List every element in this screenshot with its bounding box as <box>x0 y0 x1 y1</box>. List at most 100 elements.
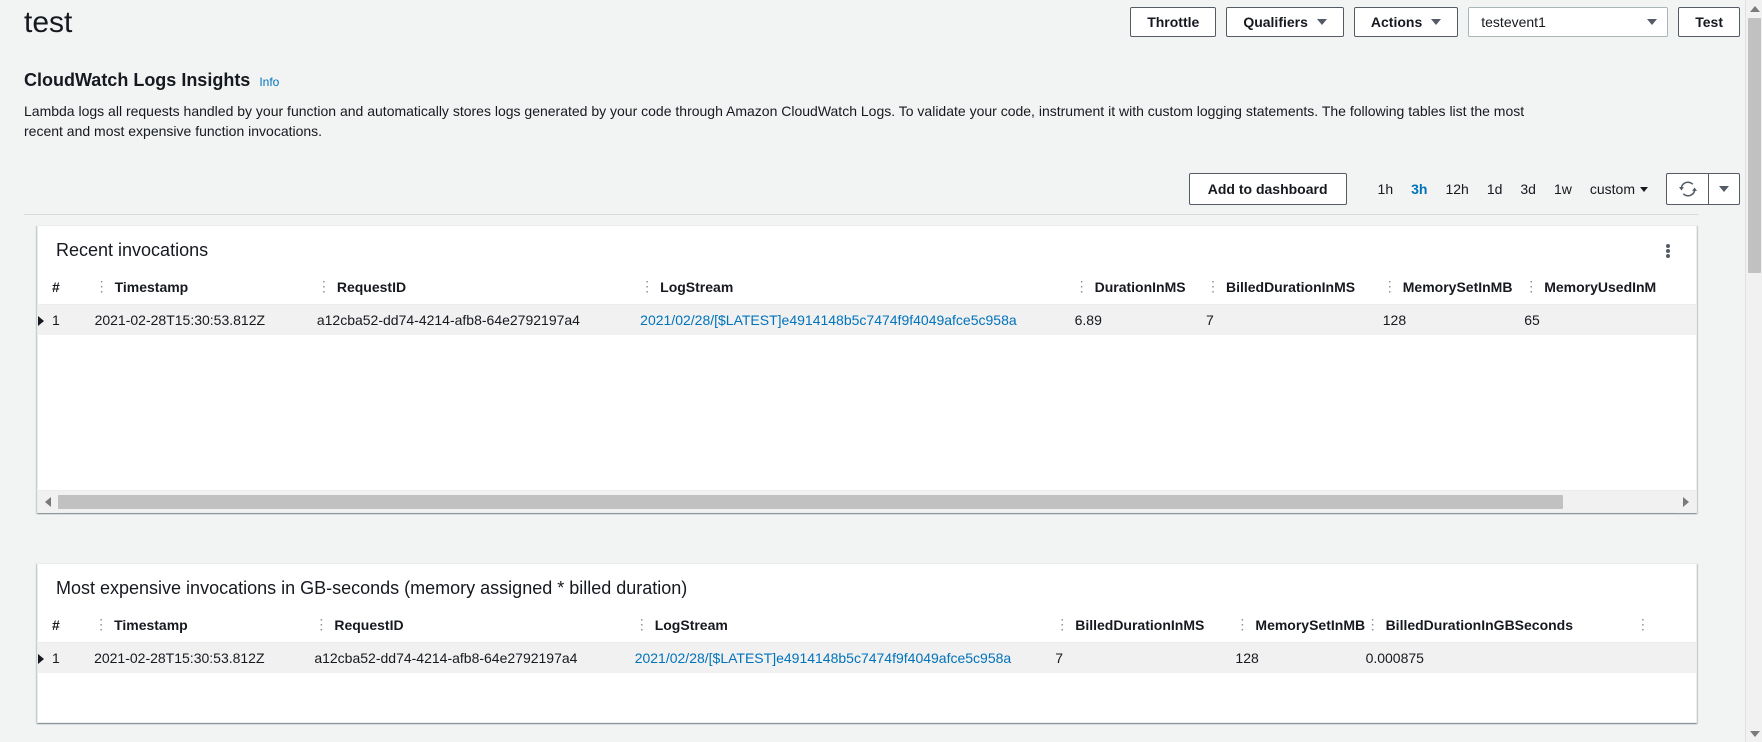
column-header-trailing[interactable]: ⋮ <box>1635 611 1696 643</box>
kebab-menu-icon[interactable] <box>1660 242 1676 260</box>
column-header-billeddurationingbseconds[interactable]: ⋮ BilledDurationInGBSeconds <box>1365 611 1636 643</box>
qualifiers-button[interactable]: Qualifiers <box>1226 7 1344 37</box>
column-header-memoryusedinmb[interactable]: ⋮ MemoryUsedInM <box>1524 273 1696 305</box>
refresh-options-button[interactable] <box>1708 173 1740 205</box>
scroll-left-arrow-icon[interactable] <box>38 490 58 513</box>
column-header-logstream[interactable]: ⋮ LogStream <box>640 273 1075 305</box>
column-header-memorysetinmb[interactable]: ⋮ MemorySetInMB <box>1382 273 1525 305</box>
cell-durationinms: 6.89 <box>1074 304 1206 335</box>
column-header-billeddurationinms[interactable]: ⋮ BilledDurationInMS <box>1205 273 1383 305</box>
column-header-timestamp-label: Timestamp <box>114 278 189 295</box>
column-header-durationinms[interactable]: ⋮ DurationInMS <box>1074 273 1206 305</box>
scroll-down-arrow-icon[interactable] <box>1746 725 1762 742</box>
column-grip-icon: ⋮ <box>1365 616 1380 632</box>
time-range-selector: 1h 3h 12h 1d 3d 1w custom <box>1369 173 1652 205</box>
recent-invocations-table: # ⋮ Timestamp ⋮ RequestID ⋮ LogStream ⋮ … <box>38 273 1696 335</box>
chevron-down-icon <box>1719 186 1729 192</box>
table-body: 1 2021-02-28T15:30:53.812Z a12cba52-dd74… <box>38 304 1696 335</box>
column-header-billeddurationinms[interactable]: ⋮ BilledDurationInMS <box>1055 611 1236 643</box>
cell-timestamp: 2021-02-28T15:30:53.812Z <box>94 304 317 335</box>
column-header-index-label: # <box>52 617 60 633</box>
column-header-durationinms-label: DurationInMS <box>1094 278 1186 295</box>
add-to-dashboard-button[interactable]: Add to dashboard <box>1188 173 1347 205</box>
column-header-logstream[interactable]: ⋮ LogStream <box>634 611 1056 643</box>
time-range-custom[interactable]: custom <box>1581 173 1652 205</box>
column-grip-icon: ⋮ <box>634 616 649 632</box>
cell-billeddurationinms: 7 <box>1205 304 1383 335</box>
column-header-memorysetinmb[interactable]: ⋮ MemorySetInMB <box>1235 611 1366 643</box>
cell-billeddurationingbseconds: 0.000875 <box>1365 642 1636 673</box>
qualifiers-button-label: Qualifiers <box>1243 14 1308 30</box>
column-header-billeddurationinms-label: BilledDurationInMS <box>1225 278 1356 295</box>
throttle-button[interactable]: Throttle <box>1130 7 1217 37</box>
time-range-1w[interactable]: 1w <box>1545 173 1581 205</box>
add-to-dashboard-label: Add to dashboard <box>1207 181 1328 197</box>
lambda-function-page: test Throttle Qualifiers Actions testeve… <box>0 0 1762 742</box>
actions-button-label: Actions <box>1370 14 1423 30</box>
column-header-timestamp[interactable]: ⋮ Timestamp <box>94 273 317 305</box>
column-header-billeddurationinms-label: BilledDurationInMS <box>1075 616 1205 633</box>
cell-index: 1 <box>38 304 95 335</box>
scroll-right-arrow-icon[interactable] <box>1676 490 1696 513</box>
column-grip-icon: ⋮ <box>94 278 109 294</box>
chevron-down-icon <box>1431 19 1442 25</box>
column-header-timestamp-label: Timestamp <box>114 616 188 633</box>
insights-toolbar: Add to dashboard 1h 3h 12h 1d 3d 1w cust… <box>1188 173 1740 205</box>
table-row[interactable]: 1 2021-02-28T15:30:53.812Z a12cba52-dd74… <box>38 642 1696 673</box>
cell-trailing <box>1635 642 1696 673</box>
expand-row-icon[interactable] <box>38 316 44 327</box>
cell-memoryusedinmb: 65 <box>1524 304 1696 335</box>
recent-invocations-panel: Recent invocations # ⋮ Timestamp ⋮ Reque… <box>37 225 1697 513</box>
cell-requestid: a12cba52-dd74-4214-afb8-64e2792197a4 <box>316 304 641 335</box>
test-event-select-value: testevent1 <box>1481 14 1546 30</box>
column-header-memoryusedinmb-label: MemoryUsedInM <box>1544 278 1657 295</box>
cell-index-value: 1 <box>52 650 60 666</box>
table-row[interactable]: 1 2021-02-28T15:30:53.812Z a12cba52-dd74… <box>38 304 1696 335</box>
scrollbar-thumb[interactable] <box>58 494 1563 509</box>
column-header-timestamp[interactable]: ⋮ Timestamp <box>94 611 315 643</box>
table-header-row: # ⋮ Timestamp ⋮ RequestID ⋮ LogStream ⋮ … <box>38 611 1696 643</box>
column-header-index[interactable]: # <box>38 611 95 643</box>
expand-row-icon[interactable] <box>38 654 44 665</box>
page-vertical-scrollbar[interactable] <box>1745 0 1762 742</box>
expensive-invocations-title: Most expensive invocations in GB-seconds… <box>56 578 688 598</box>
column-grip-icon: ⋮ <box>94 616 108 632</box>
table-header-row: # ⋮ Timestamp ⋮ RequestID ⋮ LogStream ⋮ … <box>38 273 1696 305</box>
time-range-1d[interactable]: 1d <box>1478 173 1512 205</box>
expensive-invocations-table: # ⋮ Timestamp ⋮ RequestID ⋮ LogStream ⋮ … <box>38 611 1696 673</box>
cell-billeddurationinms: 7 <box>1055 642 1236 673</box>
cell-index-value: 1 <box>52 312 60 328</box>
cell-index: 1 <box>38 642 95 673</box>
table-header: # ⋮ Timestamp ⋮ RequestID ⋮ LogStream ⋮ … <box>38 273 1696 305</box>
scrollbar-track[interactable] <box>58 494 1676 509</box>
column-grip-icon: ⋮ <box>316 278 331 294</box>
table-horizontal-scrollbar[interactable] <box>38 490 1696 513</box>
column-grip-icon: ⋮ <box>1382 278 1397 294</box>
table-body: 1 2021-02-28T15:30:53.812Z a12cba52-dd74… <box>38 642 1696 673</box>
actions-button[interactable]: Actions <box>1353 7 1459 37</box>
test-event-select[interactable]: testevent1 <box>1468 7 1669 37</box>
vertical-scrollbar-thumb[interactable] <box>1748 18 1761 273</box>
logstream-link[interactable]: 2021/02/28/[$LATEST]e4914148b5c7474f9f40… <box>640 312 1017 328</box>
time-range-3d[interactable]: 3d <box>1511 173 1545 205</box>
table-header: # ⋮ Timestamp ⋮ RequestID ⋮ LogStream ⋮ … <box>38 611 1696 643</box>
column-header-billeddurationingbseconds-label: BilledDurationInGBSeconds <box>1385 616 1574 633</box>
column-header-requestid[interactable]: ⋮ RequestID <box>314 611 635 643</box>
test-button[interactable]: Test <box>1678 7 1740 37</box>
column-header-requestid[interactable]: ⋮ RequestID <box>316 273 641 305</box>
column-header-memorysetinmb-label: MemorySetInMB <box>1402 278 1513 295</box>
recent-invocations-title: Recent invocations <box>56 240 209 260</box>
refresh-button[interactable] <box>1666 173 1708 205</box>
column-header-requestid-label: RequestID <box>334 616 404 633</box>
time-range-12h[interactable]: 12h <box>1436 173 1477 205</box>
logstream-link[interactable]: 2021/02/28/[$LATEST]e4914148b5c7474f9f40… <box>635 650 1012 666</box>
info-link[interactable]: Info <box>259 75 279 89</box>
time-range-1h[interactable]: 1h <box>1369 173 1403 205</box>
section-title: CloudWatch Logs Insights <box>24 70 251 90</box>
chevron-down-icon <box>1640 186 1648 192</box>
column-grip-icon: ⋮ <box>1635 616 1650 632</box>
column-header-index[interactable]: # <box>38 273 95 305</box>
time-range-3h[interactable]: 3h <box>1402 173 1436 205</box>
column-header-memorysetinmb-label: MemorySetInMB <box>1255 616 1366 633</box>
scroll-up-arrow-icon[interactable] <box>1746 0 1762 17</box>
